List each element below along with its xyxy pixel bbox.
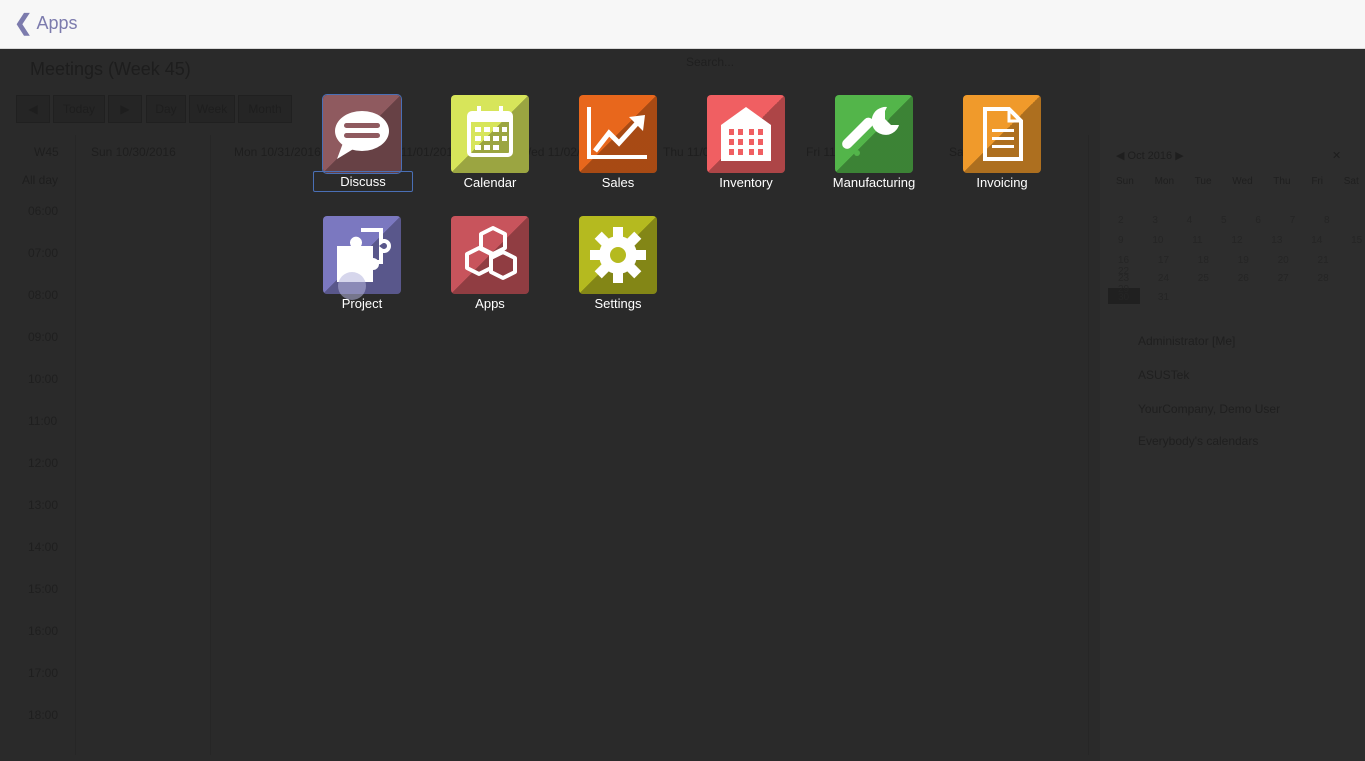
background-calendar-view: Meetings (Week 45) Search... ⚲ ◀ Today ▶… xyxy=(0,49,1365,761)
app-discuss[interactable]: Discuss xyxy=(307,94,417,195)
bg-weekday: Tue xyxy=(1194,176,1212,187)
bg-attendee: YourCompany, Demo User xyxy=(1138,402,1281,416)
chevron-left-icon: ❮ xyxy=(14,10,33,35)
app-inventory[interactable]: Inventory xyxy=(691,95,801,195)
bg-hour-label: 11:00 xyxy=(28,414,58,428)
bg-hour-label: 08:00 xyxy=(28,288,59,302)
bg-weekday: Fri xyxy=(1311,176,1323,187)
app-label: Manufacturing xyxy=(832,175,916,190)
gear-icon xyxy=(590,227,646,283)
app-tile xyxy=(451,216,529,294)
app-label: Sales xyxy=(601,175,635,190)
bg-hour-label: 07:00 xyxy=(28,246,59,260)
bg-hour-label: 17:00 xyxy=(28,666,59,680)
app-apps[interactable]: Apps xyxy=(435,216,545,316)
bg-grid-line xyxy=(1088,135,1089,755)
app-label: Project xyxy=(341,296,383,311)
bg-weekday: Mon xyxy=(1154,176,1175,187)
bg-hour-label: 15:00 xyxy=(28,582,59,596)
bg-attendee: ASUSTek xyxy=(1138,368,1190,382)
bg-week-button: Week xyxy=(189,95,235,123)
app-tile xyxy=(579,95,657,173)
app-manufacturing[interactable]: Manufacturing xyxy=(819,95,929,195)
bg-day-button: Day xyxy=(146,95,186,123)
bg-weekday: Wed xyxy=(1232,176,1253,187)
chat-icon xyxy=(335,111,389,159)
warehouse-icon xyxy=(721,107,771,161)
close-icon: ✕ xyxy=(1332,150,1342,162)
app-sales[interactable]: Sales xyxy=(563,95,673,195)
bg-hour-label: 12:00 xyxy=(28,456,59,470)
app-label: Invoicing xyxy=(976,175,1028,190)
app-tile xyxy=(322,94,402,174)
bg-week-label: W45 xyxy=(34,145,59,159)
app-project[interactable]: Project xyxy=(307,216,417,316)
app-calendar[interactable]: Calendar xyxy=(435,95,545,195)
bg-prev-button: ◀ xyxy=(16,95,50,123)
touch-cursor-indicator xyxy=(338,272,366,300)
app-tile xyxy=(835,95,913,173)
app-tile xyxy=(451,95,529,173)
app-label: Settings xyxy=(594,296,642,311)
bg-hour-label: 16:00 xyxy=(28,624,59,638)
top-bar: ❮ Apps xyxy=(0,0,1365,49)
app-label: Apps xyxy=(475,296,505,311)
bg-weekday: Thu xyxy=(1273,176,1291,187)
bg-hour-label: 13:00 xyxy=(28,498,59,512)
app-tile xyxy=(963,95,1041,173)
back-label: Apps xyxy=(36,12,78,33)
app-label: Inventory xyxy=(719,175,773,190)
bg-grid-line xyxy=(210,135,211,755)
bg-allday-label: All day xyxy=(22,173,59,187)
bg-day-header: Sun 10/30/2016 xyxy=(91,145,176,159)
bg-hour-label: 09:00 xyxy=(28,330,59,344)
bg-hour-label: 18:00 xyxy=(28,708,59,722)
app-settings[interactable]: Settings xyxy=(563,216,673,316)
bg-weekday: Sun xyxy=(1116,176,1134,187)
bg-hour-label: 14:00 xyxy=(28,540,59,554)
bg-calendar-week: 2 3 4 5 6 7 8 xyxy=(1118,215,1330,226)
wrench-icon xyxy=(842,106,899,156)
bg-month-label: Oct 2016 xyxy=(1127,150,1173,162)
calendar-icon xyxy=(467,106,513,157)
bg-weekday: Sat xyxy=(1343,176,1359,187)
trend-chart-icon xyxy=(587,107,647,159)
bg-mini-calendar-weekdays: Sun Mon Tue Wed Thu Fri Sat xyxy=(1116,176,1359,187)
bg-mini-calendar-month: ◀ Oct 2016 ▶ xyxy=(1116,150,1184,162)
bg-month-button: Month xyxy=(238,95,292,123)
bg-hour-label: 10:00 xyxy=(28,372,59,386)
app-label: Calendar xyxy=(463,175,517,190)
bg-calendar-week: 30 31 xyxy=(1118,292,1170,303)
bg-next-button: ▶ xyxy=(108,95,142,123)
bg-attendee: Administrator [Me] xyxy=(1138,334,1236,348)
back-to-apps-link[interactable]: ❮ Apps xyxy=(14,10,77,36)
app-tile xyxy=(579,216,657,294)
app-tile xyxy=(707,95,785,173)
bg-page-title: Meetings (Week 45) xyxy=(30,59,191,79)
bg-attendee: Everybody's calendars xyxy=(1138,434,1259,448)
bg-grid-line xyxy=(75,135,76,755)
bg-hour-label: 06:00 xyxy=(28,204,59,218)
bg-search-input: Search... xyxy=(686,55,735,69)
bg-calendar-week: 9 10 11 12 13 14 15 xyxy=(1118,235,1363,246)
app-invoicing[interactable]: Invoicing xyxy=(947,95,1057,195)
bg-today-button: Today xyxy=(53,95,105,123)
app-label: Discuss xyxy=(313,171,413,192)
cubes-icon xyxy=(465,226,517,280)
document-icon xyxy=(983,107,1023,161)
